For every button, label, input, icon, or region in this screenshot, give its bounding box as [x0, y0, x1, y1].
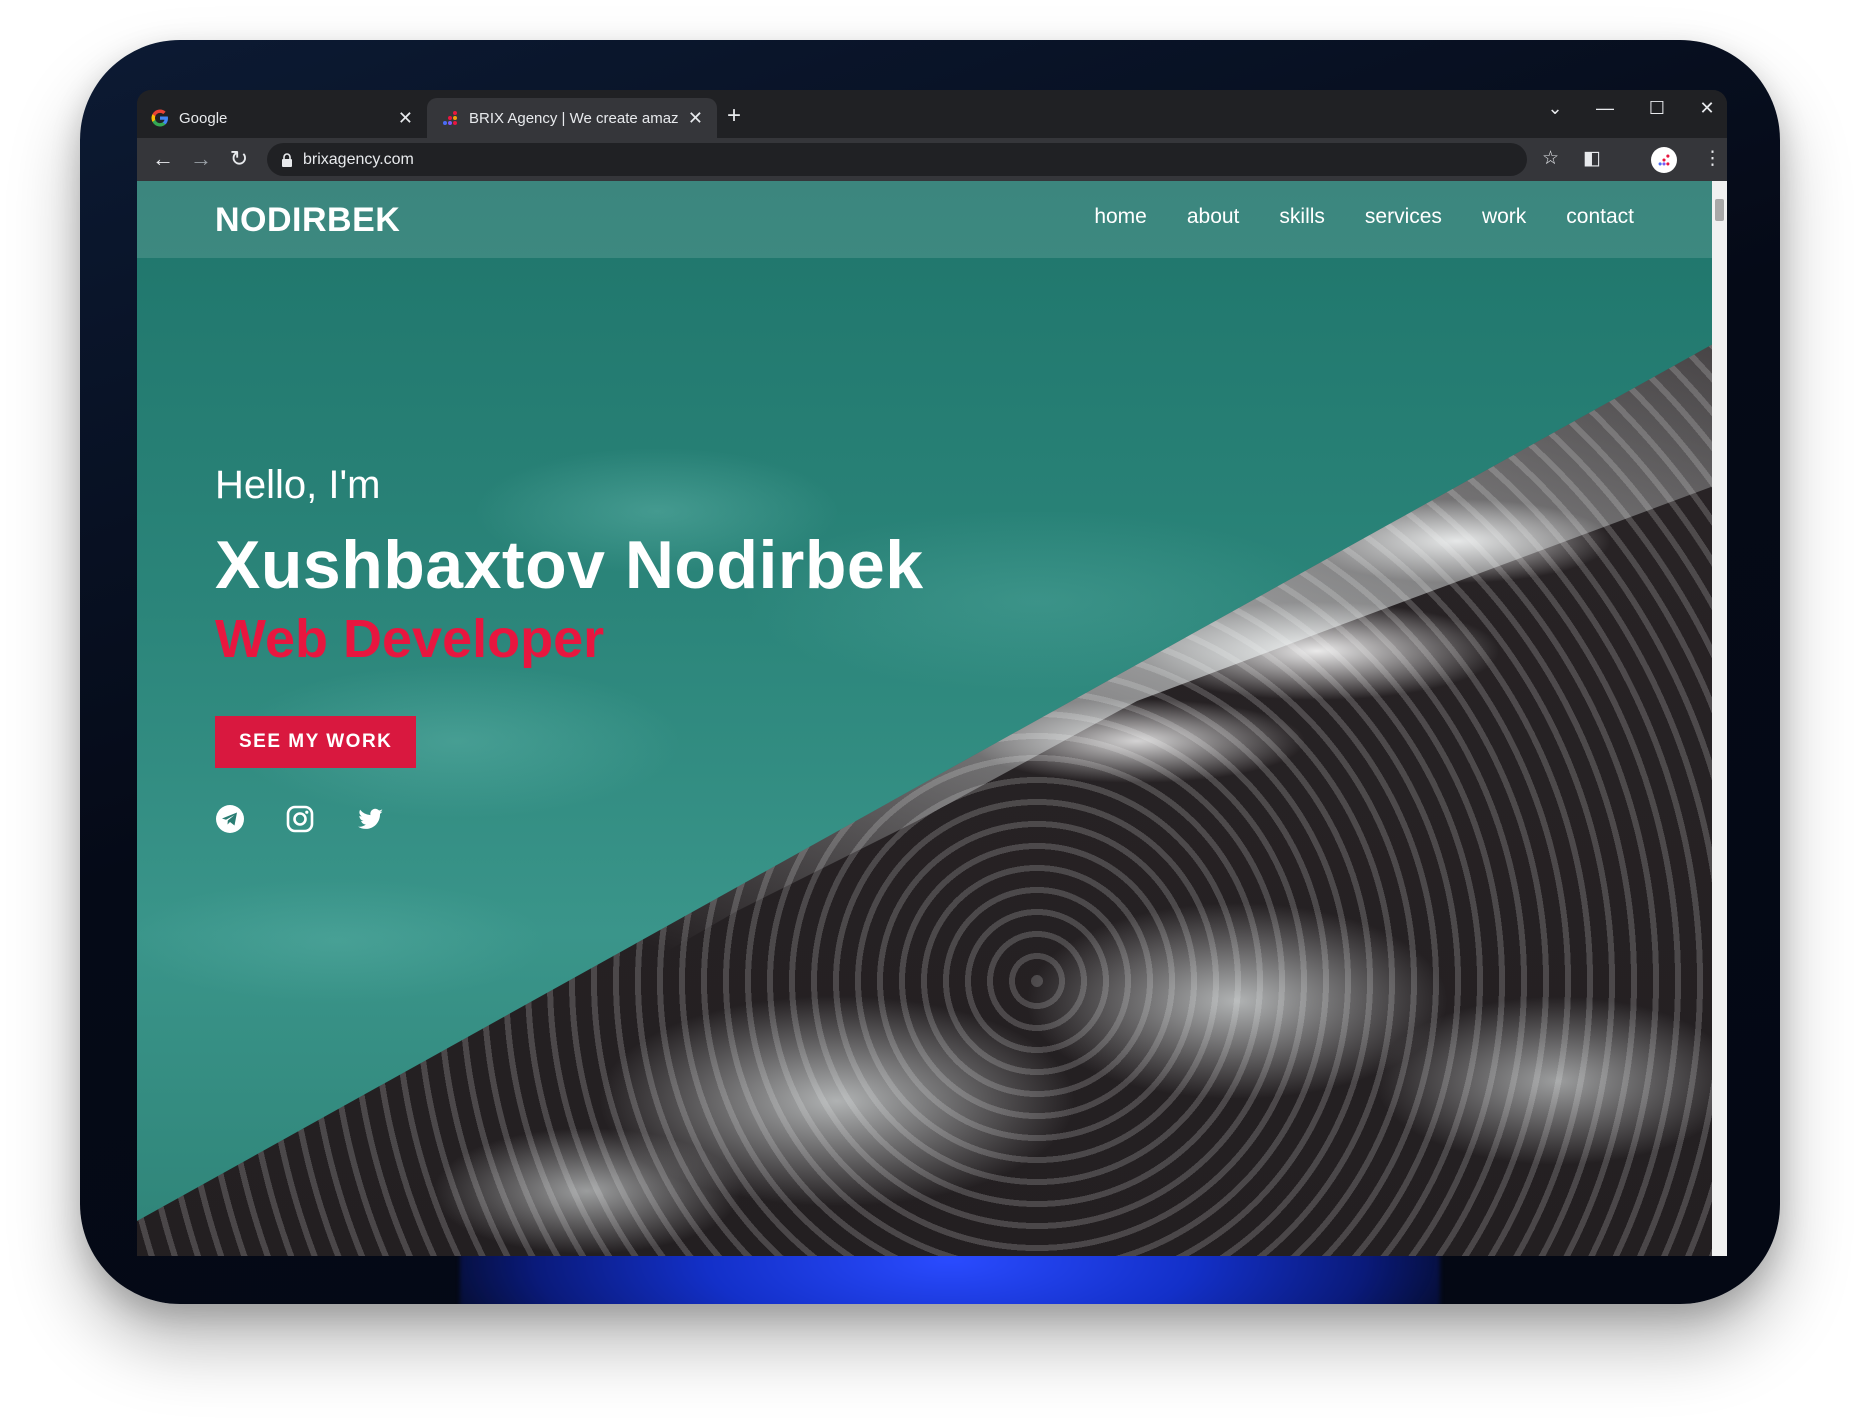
twitter-icon[interactable] [355, 804, 385, 834]
bookmark-star-icon[interactable]: ☆ [1542, 147, 1559, 170]
tab-brix[interactable]: BRIX Agency | We create amazi ✕ [427, 98, 717, 138]
social-links [215, 804, 1215, 834]
close-icon[interactable]: ✕ [688, 109, 703, 127]
side-panel-icon[interactable]: ◧ [1583, 147, 1601, 170]
hero-greeting: Hello, I'm [215, 463, 381, 507]
main-nav: home about skills services work contact [1094, 205, 1634, 229]
maximize-button[interactable]: ☐ [1637, 98, 1677, 119]
hero-section: Hello, I'm Xushbaxtov Nodirbek Web Devel… [215, 463, 1215, 834]
reload-icon[interactable]: ↻ [225, 146, 253, 172]
nav-link-contact[interactable]: contact [1566, 205, 1634, 229]
profile-avatar[interactable] [1651, 147, 1677, 173]
back-arrow-icon[interactable]: ← [149, 146, 177, 172]
address-bar[interactable]: brixagency.com [267, 143, 1527, 176]
browser-window: Google ✕ BRIX Agency | We create amazi ✕… [137, 90, 1727, 1256]
site-logo[interactable]: NODIRBEK [215, 201, 400, 240]
nav-link-work[interactable]: work [1482, 205, 1526, 229]
close-window-button[interactable]: ✕ [1687, 98, 1727, 119]
tab-strip: Google ✕ BRIX Agency | We create amazi ✕… [137, 90, 1727, 138]
google-favicon [151, 109, 168, 127]
tab-title: BRIX Agency | We create amazi [469, 109, 678, 127]
tab-search-icon[interactable]: ⌄ [1535, 98, 1575, 119]
minimize-button[interactable]: — [1585, 98, 1625, 119]
nav-link-services[interactable]: services [1365, 205, 1442, 229]
tab-title: Google [179, 109, 228, 127]
forward-arrow-icon[interactable]: → [187, 146, 215, 172]
url-text: brixagency.com [303, 150, 414, 168]
nav-link-about[interactable]: about [1187, 205, 1240, 229]
close-icon[interactable]: ✕ [398, 109, 413, 127]
instagram-icon[interactable] [285, 804, 315, 834]
site-header: NODIRBEK home about skills services work… [137, 181, 1712, 258]
lock-icon [282, 152, 292, 167]
nav-link-home[interactable]: home [1094, 205, 1147, 229]
device-frame: Google ✕ BRIX Agency | We create amazi ✕… [80, 40, 1780, 1304]
tab-google[interactable]: Google ✕ [137, 98, 427, 138]
browser-toolbar: ← → ↻ brixagency.com ☆ ◧ ⋮ [137, 138, 1727, 181]
hero-name: Xushbaxtov Nodirbek [215, 527, 924, 603]
brix-profile-icon [1658, 154, 1670, 166]
kebab-menu-icon[interactable]: ⋮ [1703, 147, 1722, 170]
page-scrollbar[interactable] [1712, 181, 1727, 1256]
hero-role: Web Developer [215, 609, 605, 669]
page-viewport: NODIRBEK home about skills services work… [137, 181, 1727, 1256]
see-my-work-button[interactable]: SEE MY WORK [215, 716, 417, 768]
nav-link-skills[interactable]: skills [1279, 205, 1325, 229]
new-tab-button[interactable]: + [727, 104, 741, 128]
brix-favicon [443, 111, 457, 125]
scrollbar-thumb[interactable] [1715, 199, 1724, 221]
telegram-icon[interactable] [215, 804, 245, 834]
